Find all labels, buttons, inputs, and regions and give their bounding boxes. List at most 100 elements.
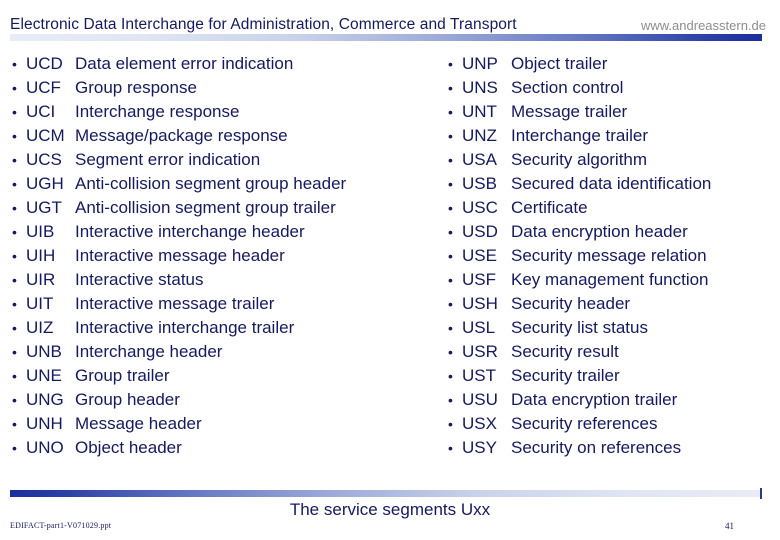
segment-code: UCM <box>26 126 65 145</box>
list-item: • UGT Anti-collision segment group trailer <box>12 198 442 222</box>
segment-description: Interactive message trailer <box>75 294 275 313</box>
segment-description: Object trailer <box>511 54 608 73</box>
bullet-icon: • <box>448 320 453 336</box>
list-item: • UST Security trailer <box>448 366 778 390</box>
segment-description: Group response <box>75 78 197 97</box>
bullet-icon: • <box>448 344 453 360</box>
list-item: • UIH Interactive message header <box>12 246 442 270</box>
segment-description: Data encryption trailer <box>511 390 678 409</box>
segment-description: Security header <box>511 294 631 313</box>
list-item: • UCD Data element error indication <box>12 54 442 78</box>
segment-description: Object header <box>75 438 182 457</box>
footer-page-number: 41 <box>725 521 734 531</box>
segment-description: Key management function <box>511 270 709 289</box>
list-item: • USX Security references <box>448 414 778 438</box>
bullet-icon: • <box>12 248 17 264</box>
segment-description: Security on references <box>511 438 682 457</box>
list-item: • USE Security message relation <box>448 246 778 270</box>
bullet-icon: • <box>12 320 17 336</box>
bullet-icon: • <box>12 392 17 408</box>
list-item: • UNT Message trailer <box>448 102 778 126</box>
bullet-icon: • <box>12 80 17 96</box>
list-item: • UIZ Interactive interchange trailer <box>12 318 442 342</box>
slide-content: • UCD Data element error indication • UCF Gro… <box>0 54 780 474</box>
header-gradient-rule <box>10 34 762 41</box>
segment-description: Message trailer <box>511 102 628 121</box>
segment-description: Security list status <box>511 318 648 337</box>
segment-code: UNP <box>462 54 498 73</box>
segment-code: UNG <box>26 390 64 409</box>
segment-description: Security trailer <box>511 366 620 385</box>
list-item: • USU Data encryption trailer <box>448 390 778 414</box>
list-item: • USY Security on references <box>448 438 778 462</box>
segment-code: UIR <box>26 270 56 289</box>
segment-code: USH <box>462 294 498 313</box>
bullet-icon: • <box>12 176 17 192</box>
list-item: • USL Security list status <box>448 318 778 342</box>
segment-code: UIH <box>26 246 56 265</box>
segment-code: USD <box>462 222 498 241</box>
bullet-icon: • <box>12 368 17 384</box>
segment-code: UNE <box>26 366 62 385</box>
bullet-icon: • <box>448 296 453 312</box>
bullet-icon: • <box>448 368 453 384</box>
segment-description: Interchange header <box>75 342 223 361</box>
list-item: • UNZ Interchange trailer <box>448 126 778 150</box>
bullet-icon: • <box>448 416 453 432</box>
segment-description: Data element error indication <box>75 54 294 73</box>
segment-description: Group trailer <box>75 366 170 385</box>
segment-description: Section control <box>511 78 624 97</box>
segment-description: Data encryption header <box>511 222 688 241</box>
segment-description: Interactive interchange header <box>75 222 305 241</box>
footer-gradient-rule <box>10 490 762 497</box>
segment-code: UCS <box>26 150 62 169</box>
segment-description: Group header <box>75 390 180 409</box>
list-item: • UNE Group trailer <box>12 366 442 390</box>
list-item: • UGH Anti-collision segment group header <box>12 174 442 198</box>
list-item: • UNP Object trailer <box>448 54 778 78</box>
segment-description: Security references <box>511 414 658 433</box>
list-item: • USD Data encryption header <box>448 222 778 246</box>
list-item: • UNS Section control <box>448 78 778 102</box>
segment-code: USU <box>462 390 498 409</box>
list-item: • USA Security algorithm <box>448 150 778 174</box>
bullet-icon: • <box>448 224 453 240</box>
bullet-icon: • <box>12 128 17 144</box>
footer-filename: EDIFACT-part1-V071029.ppt <box>10 521 112 530</box>
segment-description: Interchange response <box>75 102 240 121</box>
segment-description: Interchange trailer <box>511 126 649 145</box>
slide-header: Electronic Data Interchange for Administ… <box>0 0 780 46</box>
bullet-icon: • <box>12 440 17 456</box>
segment-code: UIZ <box>26 318 54 337</box>
bullet-icon: • <box>448 56 453 72</box>
list-item: • UCI Interchange response <box>12 102 442 126</box>
segment-code: UNZ <box>462 126 497 145</box>
segment-code: USX <box>462 414 497 433</box>
segment-code: UIT <box>26 294 54 313</box>
list-item: • USB Secured data identification <box>448 174 778 198</box>
footer-rule-end-tick <box>760 488 762 499</box>
segment-code: UST <box>462 366 496 385</box>
segment-code: UCD <box>26 54 63 73</box>
slide: Electronic Data Interchange for Administ… <box>0 0 780 540</box>
list-item: • UIB Interactive interchange header <box>12 222 442 246</box>
segment-code: UGH <box>26 174 64 193</box>
bullet-icon: • <box>12 416 17 432</box>
segment-description: Interactive status <box>75 270 204 289</box>
segment-code: USL <box>462 318 496 337</box>
bullet-icon: • <box>448 128 453 144</box>
header-title: Electronic Data Interchange for Administ… <box>10 16 517 33</box>
segment-list-left: • UCD Data element error indication • UCF Gro… <box>12 54 442 462</box>
segment-description: Segment error indication <box>75 150 261 169</box>
bullet-icon: • <box>448 248 453 264</box>
segment-code: UIB <box>26 222 55 241</box>
bullet-icon: • <box>448 80 453 96</box>
segment-code: UNB <box>26 342 62 361</box>
segment-code: USF <box>462 270 496 289</box>
bullet-icon: • <box>12 200 17 216</box>
segment-code: UNH <box>26 414 63 433</box>
segment-code: USC <box>462 198 498 217</box>
segment-description: Interactive interchange trailer <box>75 318 295 337</box>
segment-code: USE <box>462 246 497 265</box>
bullet-icon: • <box>12 344 17 360</box>
